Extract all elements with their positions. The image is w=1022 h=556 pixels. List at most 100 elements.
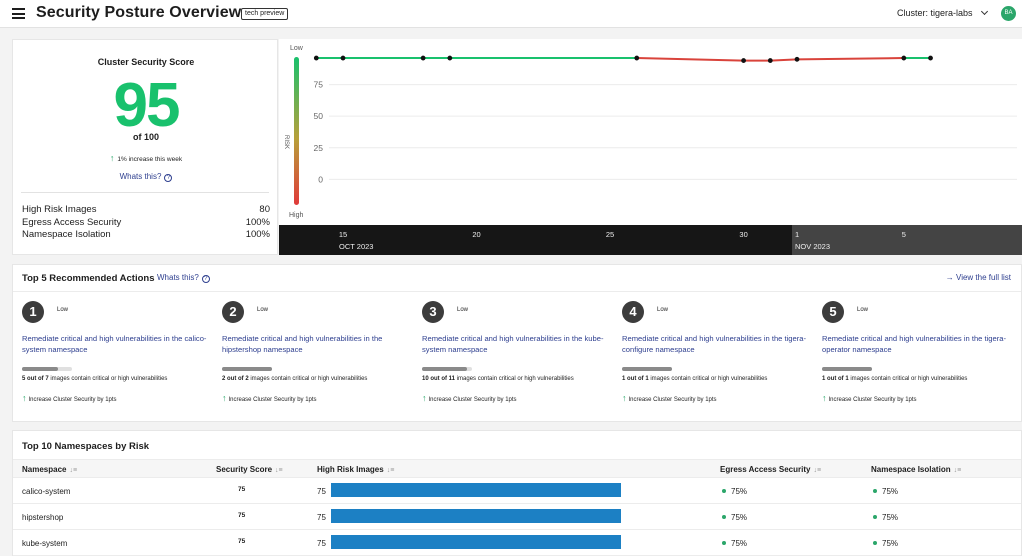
column-header-security-score[interactable]: Security Score ↓≡ <box>216 465 283 474</box>
action-stat: 1 out of 1 images contain critical or hi… <box>822 376 967 382</box>
x-tick-label: 1 <box>795 230 799 239</box>
namespaces-by-risk-card: Top 10 Namespaces by Risk Namespace ↓≡ Se… <box>12 430 1022 556</box>
action-increase-text: Increase Cluster Security by 1pts <box>828 397 917 403</box>
action-progress-bar <box>622 367 672 371</box>
high-risk-images-cell: 75 <box>317 487 326 496</box>
action-stat-count: 5 out of 7 <box>22 376 49 382</box>
column-header-label: Namespace <box>22 465 67 474</box>
y-tick-label: 75 <box>314 80 324 90</box>
isolation-cell: 75% <box>873 487 898 496</box>
action-title-link[interactable]: Remediate critical and high vulnerabilit… <box>622 334 812 355</box>
action-title-link[interactable]: Remediate critical and high vulnerabilit… <box>422 334 612 355</box>
whats-this-link[interactable]: Whats this?? <box>13 172 279 182</box>
namespace-name: kube-system <box>22 539 68 548</box>
action-increase: ↑ Increase Cluster Security by 1pts <box>22 393 117 403</box>
action-stat: 2 out of 2 images contain critical or hi… <box>222 376 367 382</box>
sort-icon: ↓≡ <box>386 467 395 474</box>
help-circle-icon: ? <box>201 275 210 283</box>
sort-icon: ↓≡ <box>813 467 822 474</box>
y-tick-label: 50 <box>314 111 324 121</box>
isolation-cell: 75% <box>873 513 898 522</box>
x-tick-sublabel: NOV 2023 <box>795 242 830 251</box>
action-increase-text: Increase Cluster Security by 1pts <box>428 397 517 403</box>
action-increase-text: Increase Cluster Security by 1pts <box>28 397 117 403</box>
metric-label: High Risk Images <box>22 204 97 215</box>
y-tick-label: 0 <box>318 174 323 184</box>
metric-value: 100% <box>245 216 270 228</box>
action-rank: 2 <box>222 301 244 323</box>
action-stat-text: images contain critical or high vulnerab… <box>456 376 574 382</box>
data-point <box>767 58 773 63</box>
high-risk-images-cell: 75 <box>317 539 326 548</box>
action-title-link[interactable]: Remediate critical and high vulnerabilit… <box>222 334 412 355</box>
action-severity: Low <box>57 307 69 313</box>
action-progress-fill <box>22 367 58 371</box>
action-increase: ↑ Increase Cluster Security by 1pts <box>622 393 717 403</box>
y-tick-label: 25 <box>314 143 324 153</box>
action-title-link[interactable]: Remediate critical and high vulnerabilit… <box>22 334 212 355</box>
table-row[interactable]: hipstershop 75 75 75% 75% <box>13 504 1021 530</box>
security-score-cell: 75 <box>238 486 246 493</box>
action-increase-text: Increase Cluster Security by 1pts <box>228 397 317 403</box>
column-header-high-risk-images[interactable]: High Risk Images ↓≡ <box>317 465 394 474</box>
status-dot <box>873 515 877 519</box>
score-card-title: Cluster Security Score <box>97 57 195 67</box>
data-point <box>928 55 933 61</box>
column-header-namespace-isolation[interactable]: Namespace Isolation ↓≡ <box>871 465 961 474</box>
data-point <box>741 58 746 63</box>
x-tick-label: 25 <box>606 230 614 239</box>
table-row[interactable]: kube-system 75 75 75% 75% <box>13 530 1021 556</box>
table-row[interactable]: calico-system 75 75 75% 75% <box>13 478 1021 504</box>
action-stat-text: images contain critical or high vulnerab… <box>250 376 368 382</box>
action-progress-fill <box>422 367 468 371</box>
page-title: Security Posture Overview <box>36 4 242 21</box>
view-full-list-link[interactable]: → View the full list <box>946 273 1011 282</box>
avatar[interactable]: BA <box>1001 6 1016 21</box>
whats-this-label: Whats this? <box>157 273 199 282</box>
data-point <box>634 55 640 61</box>
column-header-label: High Risk Images <box>317 465 384 474</box>
whats-this-link[interactable]: Whats this?? <box>157 273 210 283</box>
cluster-selector[interactable]: Cluster: tigera-labs <box>897 7 988 18</box>
namespace-name: calico-system <box>22 487 71 496</box>
security-score-cell: 75 <box>238 538 246 545</box>
tech-preview-badge: tech preview <box>241 8 289 20</box>
column-header-egress-access-security[interactable]: Egress Access Security ↓≡ <box>720 465 821 474</box>
action-title-link[interactable]: Remediate critical and high vulnerabilit… <box>822 334 1012 355</box>
hamburger-menu-icon[interactable] <box>12 8 25 19</box>
namespace-name: hipstershop <box>22 513 64 522</box>
cluster-security-score-card: Cluster Security Score 95 of 100 ↑ 1% inc… <box>12 39 278 255</box>
recommended-actions-card: Top 5 Recommended Actions Whats this?? →… <box>12 264 1022 422</box>
action-stat-text: images contain critical or high vulnerab… <box>50 376 168 382</box>
data-point <box>340 55 346 61</box>
action-severity: Low <box>457 307 469 313</box>
action-severity: Low <box>857 307 869 313</box>
arrow-right-icon: → <box>945 273 956 282</box>
arrow-up-icon: ↑ <box>222 393 227 403</box>
x-tick-label: 30 <box>739 230 747 239</box>
data-point <box>420 55 426 61</box>
action-stat-text: images contain critical or high vulnerab… <box>850 376 968 382</box>
score-trend: ↑ 1% increase this week <box>13 153 279 163</box>
column-header-namespace[interactable]: Namespace ↓≡ <box>22 465 77 474</box>
action-progress-fill <box>222 367 272 371</box>
action-stat: 10 out of 11 images contain critical or … <box>422 376 574 382</box>
data-point <box>901 55 907 61</box>
arrow-up-icon: ↑ <box>822 393 827 403</box>
high-risk-images-cell: 75 <box>317 513 326 522</box>
whats-this-label: Whats this? <box>119 172 162 181</box>
action-stat: 5 out of 7 images contain critical or hi… <box>22 376 167 382</box>
metric-label: Namespace Isolation <box>22 229 111 240</box>
table-header: Namespace ↓≡ Security Score ↓≡ High Risk I… <box>13 459 1021 478</box>
action-increase-text: Increase Cluster Security by 1pts <box>628 397 717 403</box>
action-increase: ↑ Increase Cluster Security by 1pts <box>422 393 517 403</box>
status-dot <box>722 515 726 519</box>
action-progress-bar <box>422 367 472 371</box>
arrow-up-icon: ↑ <box>109 153 115 163</box>
metric-label: Egress Access Security <box>22 216 122 228</box>
action-rank: 3 <box>422 301 444 323</box>
x-tick-label: 20 <box>472 230 480 239</box>
egress-cell: 75% <box>722 539 747 548</box>
isolation-value: 75% <box>882 487 899 496</box>
data-point <box>313 55 319 61</box>
